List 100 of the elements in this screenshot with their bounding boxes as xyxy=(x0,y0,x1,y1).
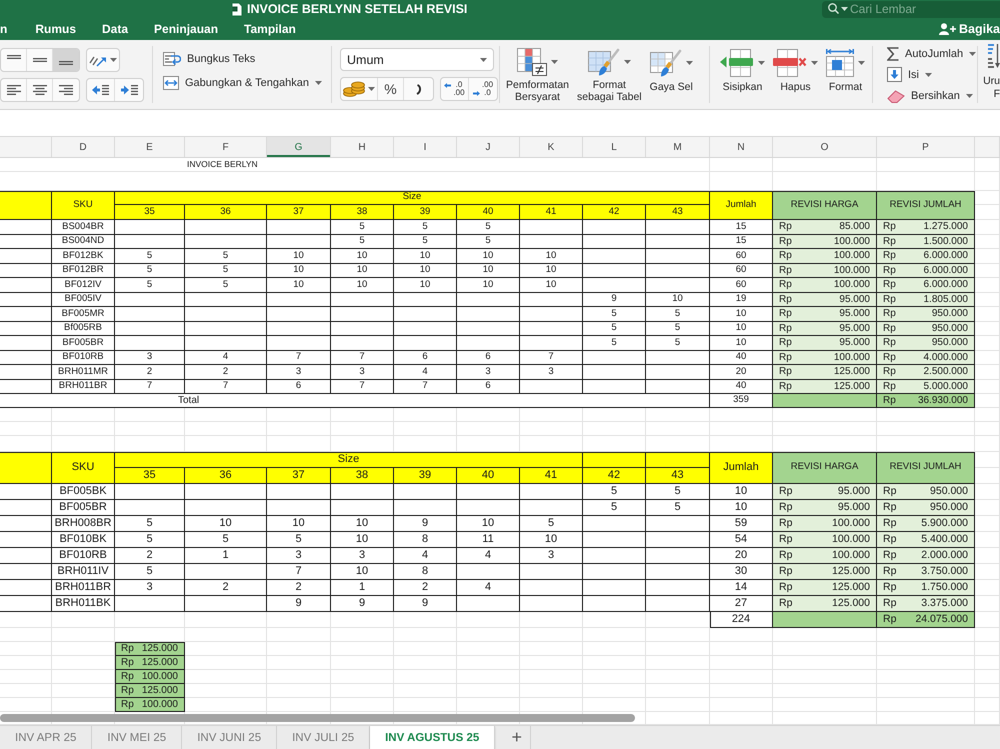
sheet-tab[interactable]: INV AGUSTUS 25 xyxy=(370,726,496,749)
align-center-icon xyxy=(32,85,46,95)
horizontal-scrollbar[interactable] xyxy=(0,714,635,722)
column-header[interactable]: P xyxy=(877,137,975,157)
size-heading: 35 xyxy=(115,468,185,484)
format-as-table-button[interactable]: Format sebagai Tabel xyxy=(577,48,642,103)
quantity-cell: 5 xyxy=(646,307,710,322)
empty-cell xyxy=(583,656,646,670)
delete-button[interactable]: Hapus xyxy=(773,48,818,103)
sheet-tab[interactable]: INV APR 25 xyxy=(0,726,92,749)
column-header[interactable]: I xyxy=(394,137,457,157)
amount-value: 2.000.000 xyxy=(921,550,968,562)
column-header[interactable]: K xyxy=(520,137,583,157)
empty-cell xyxy=(520,564,583,580)
bottom-align-icon xyxy=(59,61,73,65)
quantity-cell: 4 xyxy=(457,580,520,596)
quantity-cell: 4 xyxy=(394,548,457,564)
currency-label: Rp xyxy=(883,236,896,247)
column-header[interactable]: H xyxy=(331,137,394,157)
right-arrow-icon xyxy=(472,90,480,96)
column-header[interactable]: G xyxy=(267,137,331,157)
sku-cell: BRH008BR xyxy=(52,516,115,532)
empty-cell xyxy=(583,642,646,656)
currency-format-button[interactable] xyxy=(341,78,378,100)
empty-cell xyxy=(710,642,773,656)
currency-label: Rp xyxy=(779,366,792,378)
column-header[interactable]: J xyxy=(457,137,520,157)
column-header[interactable]: D xyxy=(52,137,115,157)
column-header[interactable]: N xyxy=(710,137,773,157)
quantity-cell: 10 xyxy=(267,264,331,278)
menu-tab[interactable]: Tampilan xyxy=(244,20,296,38)
currency-label: Rp xyxy=(779,221,792,232)
sheet-tab[interactable]: INV MEI 25 xyxy=(92,726,182,749)
currency-label: Rp xyxy=(883,502,896,514)
add-sheet-button[interactable]: + xyxy=(503,726,532,749)
autosum-button[interactable]: AutoJumlah xyxy=(887,46,977,61)
empty-cell xyxy=(0,234,52,249)
decrease-decimal-button[interactable]: .00 .0 xyxy=(469,78,497,100)
menu-tab[interactable]: Rumus xyxy=(35,20,76,38)
wrap-text-button[interactable]: Bungkus Teks xyxy=(163,50,331,68)
bottom-align-button[interactable] xyxy=(53,49,79,71)
column-header[interactable]: O xyxy=(773,137,877,157)
insert-button[interactable]: Sisipkan xyxy=(720,48,765,103)
empty-cell xyxy=(394,698,457,712)
sku-cell: BRH011BK xyxy=(52,596,115,612)
number-format-dropdown[interactable]: Umum xyxy=(340,48,494,71)
clear-button[interactable]: Bersihkan xyxy=(887,88,977,103)
quantity-cell: 5 xyxy=(394,234,457,249)
sort-filter-button[interactable]: Uru F xyxy=(983,40,1000,109)
column-header[interactable]: M xyxy=(646,137,710,157)
empty-cell xyxy=(975,205,1000,220)
share-button[interactable]: Bagika xyxy=(939,20,1000,38)
fill-button[interactable]: Isi xyxy=(887,67,977,82)
increase-decimal-button[interactable]: .0 .00 xyxy=(441,78,469,100)
merge-cells-icon xyxy=(163,76,179,90)
empty-cell xyxy=(646,264,710,278)
conditional-formatting-button[interactable]: Pemformatan Bersyarat xyxy=(506,48,570,103)
amount-value: 95.000 xyxy=(839,337,870,348)
empty-cell xyxy=(0,548,52,564)
search-icon xyxy=(828,3,839,14)
quantity-cell: 5 xyxy=(583,484,646,500)
currency-label: Rp xyxy=(883,221,896,232)
eraser-icon xyxy=(887,88,905,102)
menu-tab[interactable]: Data xyxy=(102,20,128,38)
format-button[interactable]: Format xyxy=(826,48,865,103)
sku-cell: BF005BR xyxy=(52,336,115,350)
search-field[interactable]: Cari Lembar xyxy=(822,0,1000,18)
empty-cell xyxy=(583,249,646,264)
quantity-cell: 5 xyxy=(115,516,185,532)
amount-value: 100.000 xyxy=(834,352,870,363)
orientation-button[interactable] xyxy=(86,48,120,72)
empty-cell xyxy=(583,365,646,380)
sku-cell: BF010RB xyxy=(52,548,115,564)
currency-label: Rp xyxy=(779,380,792,392)
percent-button[interactable]: % xyxy=(378,78,404,100)
column-heading: Jumlah xyxy=(710,191,773,220)
currency-label: Rp xyxy=(779,337,792,348)
column-header[interactable]: L xyxy=(583,137,646,157)
empty-cell xyxy=(457,422,520,436)
empty-cell xyxy=(115,596,185,612)
empty-cell xyxy=(646,628,710,642)
quantity-cell: 5 xyxy=(457,220,520,234)
sheet-tab[interactable]: INV JUNI 25 xyxy=(182,726,278,749)
menu-tab[interactable]: Peninjauan xyxy=(154,20,218,38)
menu-tab[interactable]: n xyxy=(0,20,8,38)
column-heading: SKU xyxy=(52,191,115,220)
currency-label: Rp xyxy=(779,308,792,320)
quantity-cell: 5 xyxy=(115,264,185,278)
column-header[interactable]: E xyxy=(115,137,185,157)
quantity-cell: 10 xyxy=(331,278,394,292)
empty-cell xyxy=(457,596,520,612)
quantity-cell: 5 xyxy=(185,532,267,548)
empty-cell xyxy=(331,500,394,516)
caret-icon xyxy=(969,52,976,56)
merge-center-button[interactable]: Gabungkan & Tengahkan xyxy=(163,74,331,92)
empty-cell xyxy=(0,684,52,698)
cell-styles-button[interactable]: Gaya Sel xyxy=(650,48,693,103)
align-right-icon xyxy=(59,85,73,95)
empty-cell xyxy=(710,408,773,422)
empty-cell xyxy=(331,656,394,670)
